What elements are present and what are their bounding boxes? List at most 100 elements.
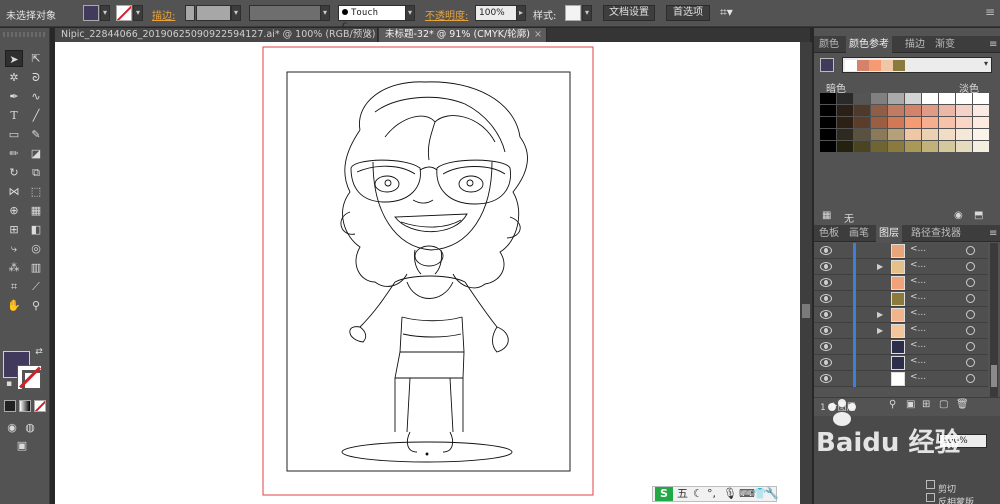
layer-name[interactable]: <... [910,244,926,254]
tab-color[interactable]: 颜色 [816,36,842,53]
direct-selection-tool-icon[interactable]: ⇱ [27,50,45,67]
color-variation-swatch[interactable] [820,117,836,128]
visibility-eye-icon[interactable] [820,278,832,287]
rotate-tool-icon[interactable]: ↻ [5,164,23,181]
target-circle-icon[interactable] [966,262,975,271]
pen-tool-icon[interactable]: ✒ [5,88,23,105]
color-variation-swatch[interactable] [888,105,904,116]
target-circle-icon[interactable] [966,310,975,319]
perspective-grid-tool-icon[interactable]: ▦ [27,202,45,219]
stroke-weight-input[interactable] [196,5,231,21]
harmony-swatch[interactable] [881,60,893,71]
tab-pathfinder[interactable]: 路径查找器 [908,225,964,242]
default-colors-icon[interactable]: ▪ [3,378,15,390]
stroke-label[interactable]: 描边: [152,7,175,23]
harmony-swatch[interactable] [857,60,869,71]
layer-name[interactable]: <... [910,340,926,350]
eyedropper-tool-icon[interactable]: ⤷ [5,240,23,257]
color-variation-swatch[interactable] [905,129,921,140]
color-variation-swatch[interactable] [888,129,904,140]
harmony-swatch[interactable] [845,60,857,71]
slice-tool-icon[interactable]: ⟋ [27,278,45,295]
target-circle-icon[interactable] [966,278,975,287]
arrange-documents-icon[interactable]: ⌗▾ [720,5,733,21]
chevron-down-icon[interactable]: ▾ [582,5,592,21]
rectangle-tool-icon[interactable]: ▭ [5,126,23,143]
layer-name[interactable]: <... [910,292,926,302]
column-graph-tool-icon[interactable]: ▥ [27,259,45,276]
layer-row[interactable]: <... [814,291,988,307]
selection-tool-icon[interactable]: ➤ [5,50,23,67]
layer-row[interactable]: <... [814,355,988,371]
layer-row[interactable]: <... [814,339,988,355]
tab-document-1[interactable]: Nipic_22844066_20190625090922594127.ai* … [55,28,378,42]
color-variation-swatch[interactable] [837,93,853,104]
artboard-tool-icon[interactable]: ⌗ [5,278,23,295]
shape-builder-tool-icon[interactable]: ⊕ [5,202,23,219]
color-variations-grid[interactable] [820,93,990,153]
graphic-style-swatch[interactable] [565,5,581,21]
base-color-swatch[interactable] [820,58,834,72]
input-mode-label[interactable]: 五 [677,487,688,501]
color-variation-swatch[interactable] [820,105,836,116]
color-variation-swatch[interactable] [956,105,972,116]
moon-icon[interactable]: ☾ [693,487,703,501]
color-variation-swatch[interactable] [939,117,955,128]
type-tool-icon[interactable]: T [5,107,23,124]
brush-definition-field[interactable]: Touch C... [338,5,406,32]
color-variation-swatch[interactable] [939,105,955,116]
invert-mask-checkbox-label[interactable]: 反相蒙版 [938,495,974,504]
lasso-tool-icon[interactable]: ᘐ [27,69,45,86]
mesh-tool-icon[interactable]: ⊞ [5,221,23,238]
color-variation-swatch[interactable] [837,129,853,140]
chevron-down-icon[interactable]: ▾ [133,5,143,21]
tab-brushes[interactable]: 画笔 [846,225,872,242]
color-mode-icon[interactable] [4,400,16,412]
save-group-icon[interactable]: ⬒ [974,210,983,221]
color-variation-swatch[interactable] [888,93,904,104]
color-variation-swatch[interactable] [922,105,938,116]
color-variation-swatch[interactable] [956,129,972,140]
screen-mode-icon[interactable]: ▣ [13,437,31,454]
color-variation-swatch[interactable] [922,117,938,128]
color-variation-swatch[interactable] [854,117,870,128]
color-variation-swatch[interactable] [973,129,989,140]
color-variation-swatch[interactable] [905,141,921,152]
paintbrush-tool-icon[interactable]: ✎ [27,126,45,143]
harmony-swatch[interactable] [869,60,881,71]
tab-stroke[interactable]: 描边 [902,36,928,53]
voice-icon[interactable]: 🎙 [723,487,737,501]
layer-row[interactable]: ▶ <... [814,259,988,275]
color-variation-swatch[interactable] [871,105,887,116]
color-variation-swatch[interactable] [973,141,989,152]
blend-tool-icon[interactable]: ◎ [27,240,45,257]
symbol-sprayer-tool-icon[interactable]: ⁂ [5,259,23,276]
color-variation-swatch[interactable] [854,141,870,152]
color-variation-swatch[interactable] [939,141,955,152]
magic-wand-tool-icon[interactable]: ✲ [5,69,23,86]
layer-name[interactable]: <... [910,308,926,318]
zoom-tool-icon[interactable]: ⚲ [27,297,45,314]
chevron-down-icon[interactable]: ▾ [100,5,110,21]
pencil-tool-icon[interactable]: ✏ [5,145,23,162]
draw-behind-icon[interactable]: ◍ [21,419,39,436]
opacity-label[interactable]: 不透明度: [425,7,468,23]
tools-icon[interactable]: 🔧 [765,487,779,501]
color-variation-swatch[interactable] [973,93,989,104]
color-variation-swatch[interactable] [905,93,921,104]
color-variation-swatch[interactable] [905,117,921,128]
visibility-eye-icon[interactable] [820,294,832,303]
color-variation-swatch[interactable] [922,141,938,152]
visibility-eye-icon[interactable] [820,310,832,319]
visibility-eye-icon[interactable] [820,342,832,351]
visibility-eye-icon[interactable] [820,358,832,367]
curvature-tool-icon[interactable]: ∿ [27,88,45,105]
layers-scrollbar[interactable] [990,243,998,403]
expand-triangle-icon[interactable]: ▶ [877,310,883,319]
none-mode-icon[interactable] [34,400,46,412]
color-variation-swatch[interactable] [820,141,836,152]
free-transform-tool-icon[interactable]: ⬚ [27,183,45,200]
document-setup-button[interactable]: 文档设置 [603,5,655,21]
target-circle-icon[interactable] [966,326,975,335]
color-variation-swatch[interactable] [905,105,921,116]
